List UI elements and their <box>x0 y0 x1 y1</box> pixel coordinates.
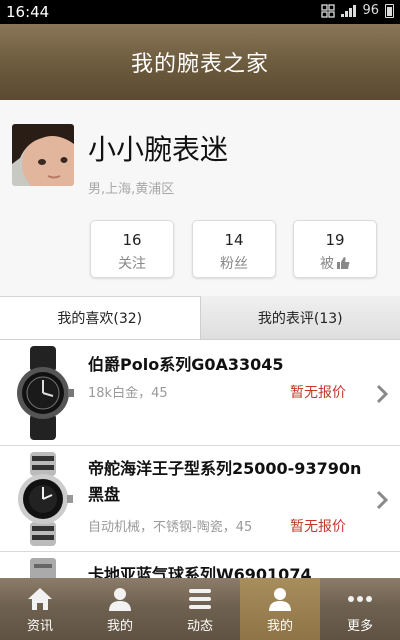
battery-level: 96 <box>362 3 379 18</box>
nav-news-label: 资讯 <box>26 619 53 634</box>
person-icon <box>269 588 291 611</box>
fans-count: 14 <box>224 231 244 249</box>
person-icon <box>109 588 131 611</box>
tab-my-reviews[interactable]: 我的表评(13) <box>200 296 400 339</box>
likes-label: 被 <box>320 256 334 272</box>
watch-price: 暂无报价 <box>290 385 346 401</box>
network-icon <box>321 3 336 18</box>
nav-my-profile-label: 我的 <box>266 619 293 634</box>
bottom-nav: 资讯 我的 动态 我的 更多 <box>0 578 400 640</box>
thumbs-up-icon <box>337 257 350 269</box>
chevron-right-icon <box>376 384 389 404</box>
page-title: 我的腕表之家 <box>130 52 269 77</box>
battery-icon <box>385 3 394 18</box>
following-count: 16 <box>122 231 142 249</box>
chevron-right-icon <box>376 490 389 510</box>
nav-more-label: 更多 <box>346 619 373 634</box>
following-label: 关注 <box>118 256 146 272</box>
list-item[interactable]: 帝舵海洋王子型系列25000-93790n 黑盘 自动机械，不锈钢-陶瓷，45 … <box>0 446 400 552</box>
fans-label: 粉丝 <box>220 256 248 272</box>
signal-icon <box>341 4 357 17</box>
following-stat[interactable]: 16 关注 <box>90 220 174 278</box>
page-header: 我的腕表之家 <box>0 24 400 100</box>
watch-spec: 18k白金，45 <box>88 386 168 401</box>
tab-my-likes[interactable]: 我的喜欢(32) <box>0 296 201 339</box>
nav-feed[interactable]: 动态 <box>160 578 240 640</box>
likes-count: 19 <box>325 231 345 249</box>
username: 小小腕表迷 <box>88 133 229 166</box>
tab-bar: 我的喜欢(32) 我的表评(13) <box>0 296 400 340</box>
watch-image <box>18 452 73 546</box>
likes-stat[interactable]: 19 被 <box>293 220 377 278</box>
nav-more[interactable]: 更多 <box>320 578 400 640</box>
user-info: 男,上海,黄浦区 <box>88 182 175 197</box>
more-icon <box>348 596 372 602</box>
status-bar: 16:44 96 <box>0 0 400 24</box>
status-indicators: 96 <box>321 3 394 18</box>
nav-my-profile[interactable]: 我的 <box>240 578 320 640</box>
nav-mine[interactable]: 我的 <box>80 578 160 640</box>
watch-price: 暂无报价 <box>290 519 346 535</box>
list-item[interactable]: 伯爵Polo系列G0A33045 18k白金，45 暂无报价 <box>0 340 400 446</box>
watch-name: 帝舵海洋王子型系列25000-93790n 黑盘 <box>88 459 362 504</box>
list-icon <box>189 589 211 609</box>
profile-section: 小小腕表迷 男,上海,黄浦区 16 关注 14 粉丝 19 被 <box>0 100 400 296</box>
nav-mine-label: 我的 <box>106 619 133 634</box>
nav-news[interactable]: 资讯 <box>0 578 80 640</box>
fans-stat[interactable]: 14 粉丝 <box>192 220 276 278</box>
nav-feed-label: 动态 <box>186 619 213 634</box>
status-time: 16:44 <box>6 3 50 21</box>
home-icon <box>28 588 52 610</box>
watch-name: 伯爵Polo系列G0A33045 <box>88 355 284 374</box>
avatar[interactable] <box>12 124 74 186</box>
watch-spec: 自动机械，不锈钢-陶瓷，45 <box>88 520 253 535</box>
watch-image <box>17 346 74 440</box>
